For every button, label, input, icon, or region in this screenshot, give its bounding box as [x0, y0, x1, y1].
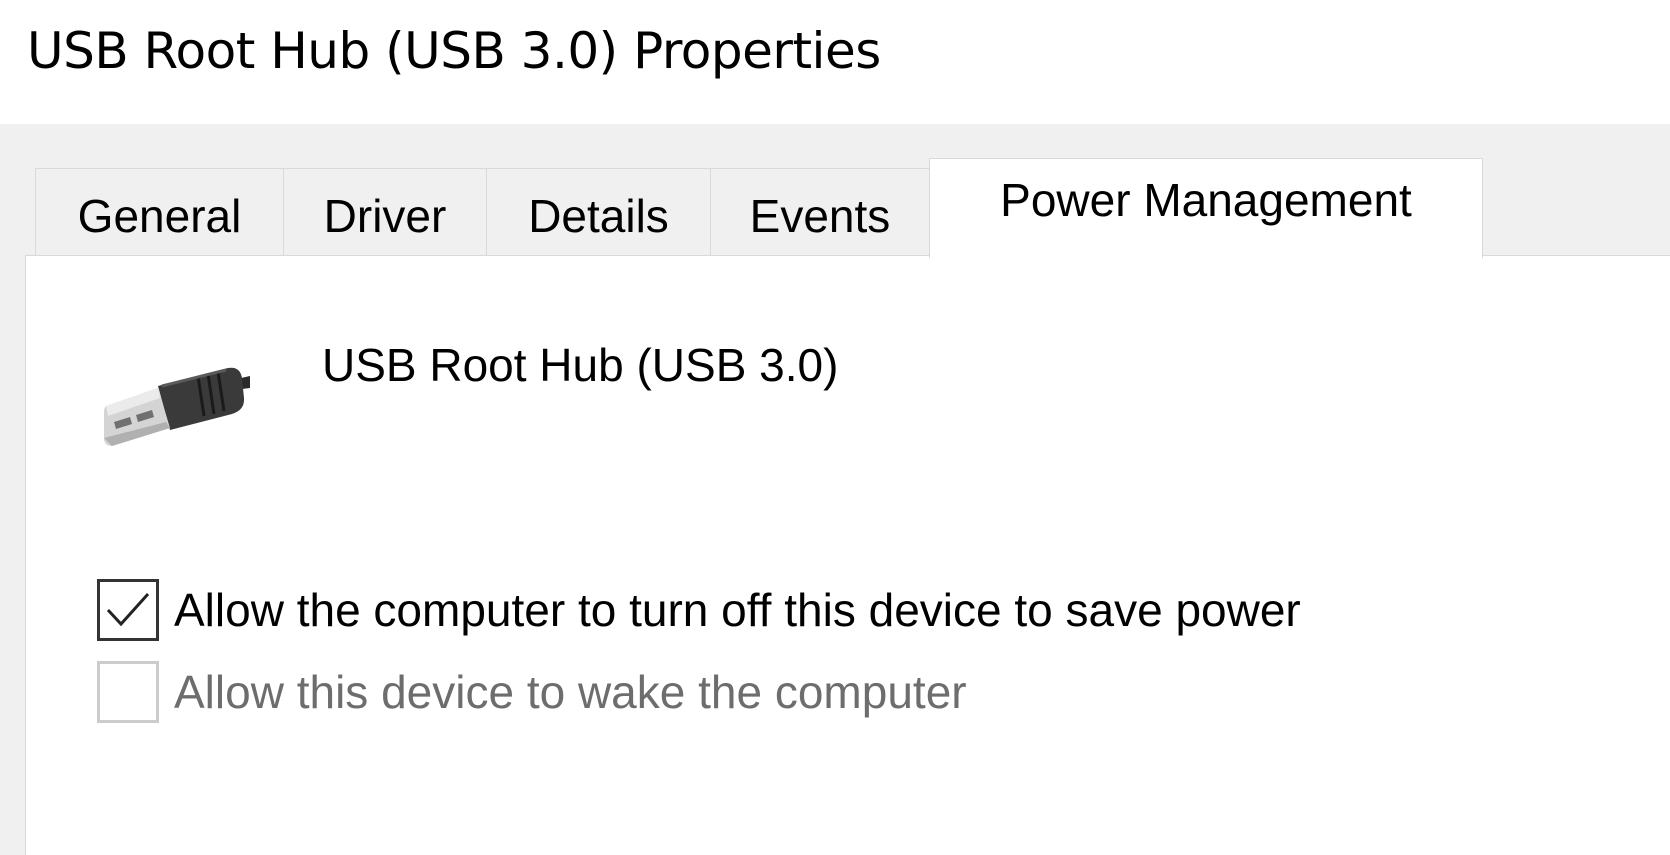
- checkmark-icon: [106, 592, 150, 627]
- allow-turn-off-label: Allow the computer to turn off this devi…: [174, 584, 1301, 636]
- allow-wake-checkbox: [97, 661, 159, 723]
- device-name: USB Root Hub (USB 3.0): [322, 339, 839, 391]
- tab-details[interactable]: Details: [486, 168, 711, 256]
- tab-general[interactable]: General: [35, 168, 284, 256]
- tab-strip: General Driver Details Events Power Mana…: [0, 124, 1670, 258]
- allow-turn-off-checkbox[interactable]: [97, 579, 159, 641]
- title-bar: USB Root Hub (USB 3.0) Properties: [0, 0, 1670, 124]
- allow-wake-label: Allow this device to wake the computer: [174, 666, 967, 718]
- tab-driver[interactable]: Driver: [283, 168, 487, 256]
- usb-plug-icon: [100, 358, 250, 448]
- power-management-panel: [25, 255, 1670, 855]
- tab-events[interactable]: Events: [710, 168, 930, 256]
- allow-turn-off-option[interactable]: Allow the computer to turn off this devi…: [97, 579, 1301, 641]
- window-title: USB Root Hub (USB 3.0) Properties: [27, 22, 881, 80]
- tab-power-management[interactable]: Power Management: [929, 158, 1483, 258]
- allow-wake-option: Allow this device to wake the computer: [97, 661, 967, 723]
